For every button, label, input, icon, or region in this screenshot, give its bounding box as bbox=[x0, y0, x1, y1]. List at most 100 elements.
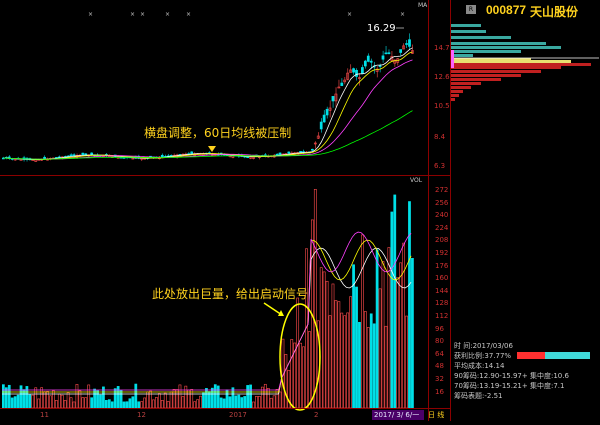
info-chip90: 90筹码:12.90-15.97+ 集中度:10.6 bbox=[454, 372, 569, 380]
candle-body bbox=[43, 156, 46, 160]
volume-bar bbox=[128, 398, 132, 409]
volume-bar bbox=[234, 395, 238, 409]
price-tick: 10.5 bbox=[434, 102, 450, 110]
candle-body bbox=[278, 152, 282, 155]
volume-bar bbox=[34, 387, 38, 409]
candle-body bbox=[160, 154, 164, 158]
volume-bar bbox=[378, 288, 382, 409]
volume-tick: 256 bbox=[435, 198, 449, 207]
volume-bar bbox=[269, 397, 273, 409]
volume-tick: 80 bbox=[435, 337, 444, 346]
top-marker: × bbox=[347, 11, 352, 18]
candle-body bbox=[366, 55, 370, 62]
candle-body bbox=[408, 39, 411, 47]
candle-body bbox=[69, 154, 73, 157]
volume-tick: 64 bbox=[435, 349, 444, 358]
volume-bar bbox=[263, 383, 267, 409]
volume-tick: 160 bbox=[435, 274, 449, 283]
volume-bar bbox=[119, 389, 123, 409]
volume-bar bbox=[340, 312, 344, 409]
volume-bar bbox=[272, 395, 276, 409]
chip-bar bbox=[451, 46, 561, 49]
volume-panel-corner-label: VOL bbox=[410, 177, 423, 184]
volume-tick: 128 bbox=[435, 299, 449, 308]
price-tick: 8.4 bbox=[434, 133, 446, 141]
volume-tick: 48 bbox=[435, 362, 444, 371]
volume-tick: 240 bbox=[435, 211, 449, 220]
volume-bar bbox=[143, 397, 147, 409]
volume-bar bbox=[337, 301, 341, 409]
volume-tick: 176 bbox=[435, 261, 449, 270]
candle-body bbox=[378, 65, 382, 67]
volume-bar bbox=[325, 280, 329, 409]
volume-bar bbox=[296, 297, 300, 409]
volume-bar bbox=[278, 391, 282, 409]
volume-bar bbox=[363, 311, 367, 409]
volume-bar bbox=[107, 399, 111, 409]
volume-bar bbox=[52, 390, 55, 409]
volume-bar bbox=[349, 296, 352, 409]
volume-bar bbox=[255, 396, 258, 409]
volume-bar bbox=[228, 396, 232, 409]
candle-body bbox=[399, 49, 403, 53]
profit-ratio-bar-red bbox=[517, 352, 545, 359]
volume-bar bbox=[157, 393, 161, 409]
profit-ratio-bar-cyan bbox=[545, 352, 590, 359]
volume-bar bbox=[205, 388, 208, 409]
candle-body bbox=[287, 151, 291, 154]
volume-bar bbox=[346, 312, 350, 409]
volume-bar bbox=[266, 388, 270, 409]
chip-bar bbox=[451, 50, 521, 53]
info-avg-cost: 平均成本:14.14 bbox=[454, 362, 505, 370]
volume-bar bbox=[372, 323, 376, 409]
volume-bar bbox=[163, 392, 167, 409]
chip-bar bbox=[451, 70, 541, 73]
volume-bar bbox=[113, 388, 117, 409]
volume-bar bbox=[19, 385, 23, 409]
volume-bar bbox=[313, 189, 317, 409]
candle-body bbox=[72, 154, 76, 156]
volume-bar bbox=[411, 258, 414, 409]
volume-bar bbox=[152, 399, 155, 409]
volume-bar bbox=[99, 394, 102, 409]
top-marker: × bbox=[88, 11, 93, 18]
volume-bar bbox=[240, 397, 244, 409]
candle-body bbox=[352, 68, 355, 73]
period-label[interactable]: 日 线 bbox=[428, 410, 448, 420]
volume-bar bbox=[393, 194, 397, 409]
volume-bar bbox=[37, 398, 41, 409]
kline-chart-area[interactable]: × × × × × × × bbox=[0, 0, 428, 421]
volume-bar bbox=[57, 393, 61, 409]
volume-bar bbox=[225, 389, 229, 409]
volume-bar bbox=[134, 383, 138, 409]
volume-bar bbox=[302, 346, 305, 409]
volume-bar bbox=[1, 384, 5, 409]
chip-bar bbox=[451, 82, 481, 85]
candle-body bbox=[361, 67, 364, 74]
volume-bar bbox=[331, 283, 335, 409]
stock-code: 000877 bbox=[486, 3, 527, 17]
volume-bar bbox=[369, 313, 373, 409]
candle-body bbox=[405, 43, 408, 45]
volume-tick: 192 bbox=[435, 249, 449, 257]
chip-bar bbox=[451, 86, 471, 89]
x-axis-label: 2017 bbox=[229, 411, 247, 419]
chip-bar bbox=[451, 74, 521, 77]
price-tick: 12.6 bbox=[434, 73, 450, 81]
candle-body bbox=[319, 121, 323, 130]
volume-bar bbox=[199, 395, 202, 409]
volume-bar bbox=[384, 325, 388, 409]
cursor-date-box: 2017/ 3/ 6/一 bbox=[372, 410, 424, 420]
price-axis-border bbox=[428, 0, 429, 421]
volume-bar bbox=[90, 397, 94, 409]
candle-body bbox=[81, 152, 85, 156]
volume-bar bbox=[396, 277, 400, 409]
volume-bar bbox=[196, 399, 199, 409]
chart-canvas[interactable]: × × × × × × × bbox=[0, 0, 428, 421]
stock-name: 天山股份 bbox=[530, 5, 579, 19]
candle-body bbox=[381, 55, 385, 60]
volume-bar bbox=[405, 315, 408, 409]
current-price-marker bbox=[451, 50, 454, 68]
price-tick: 6.3 bbox=[434, 162, 446, 170]
volume-bar bbox=[390, 211, 394, 409]
